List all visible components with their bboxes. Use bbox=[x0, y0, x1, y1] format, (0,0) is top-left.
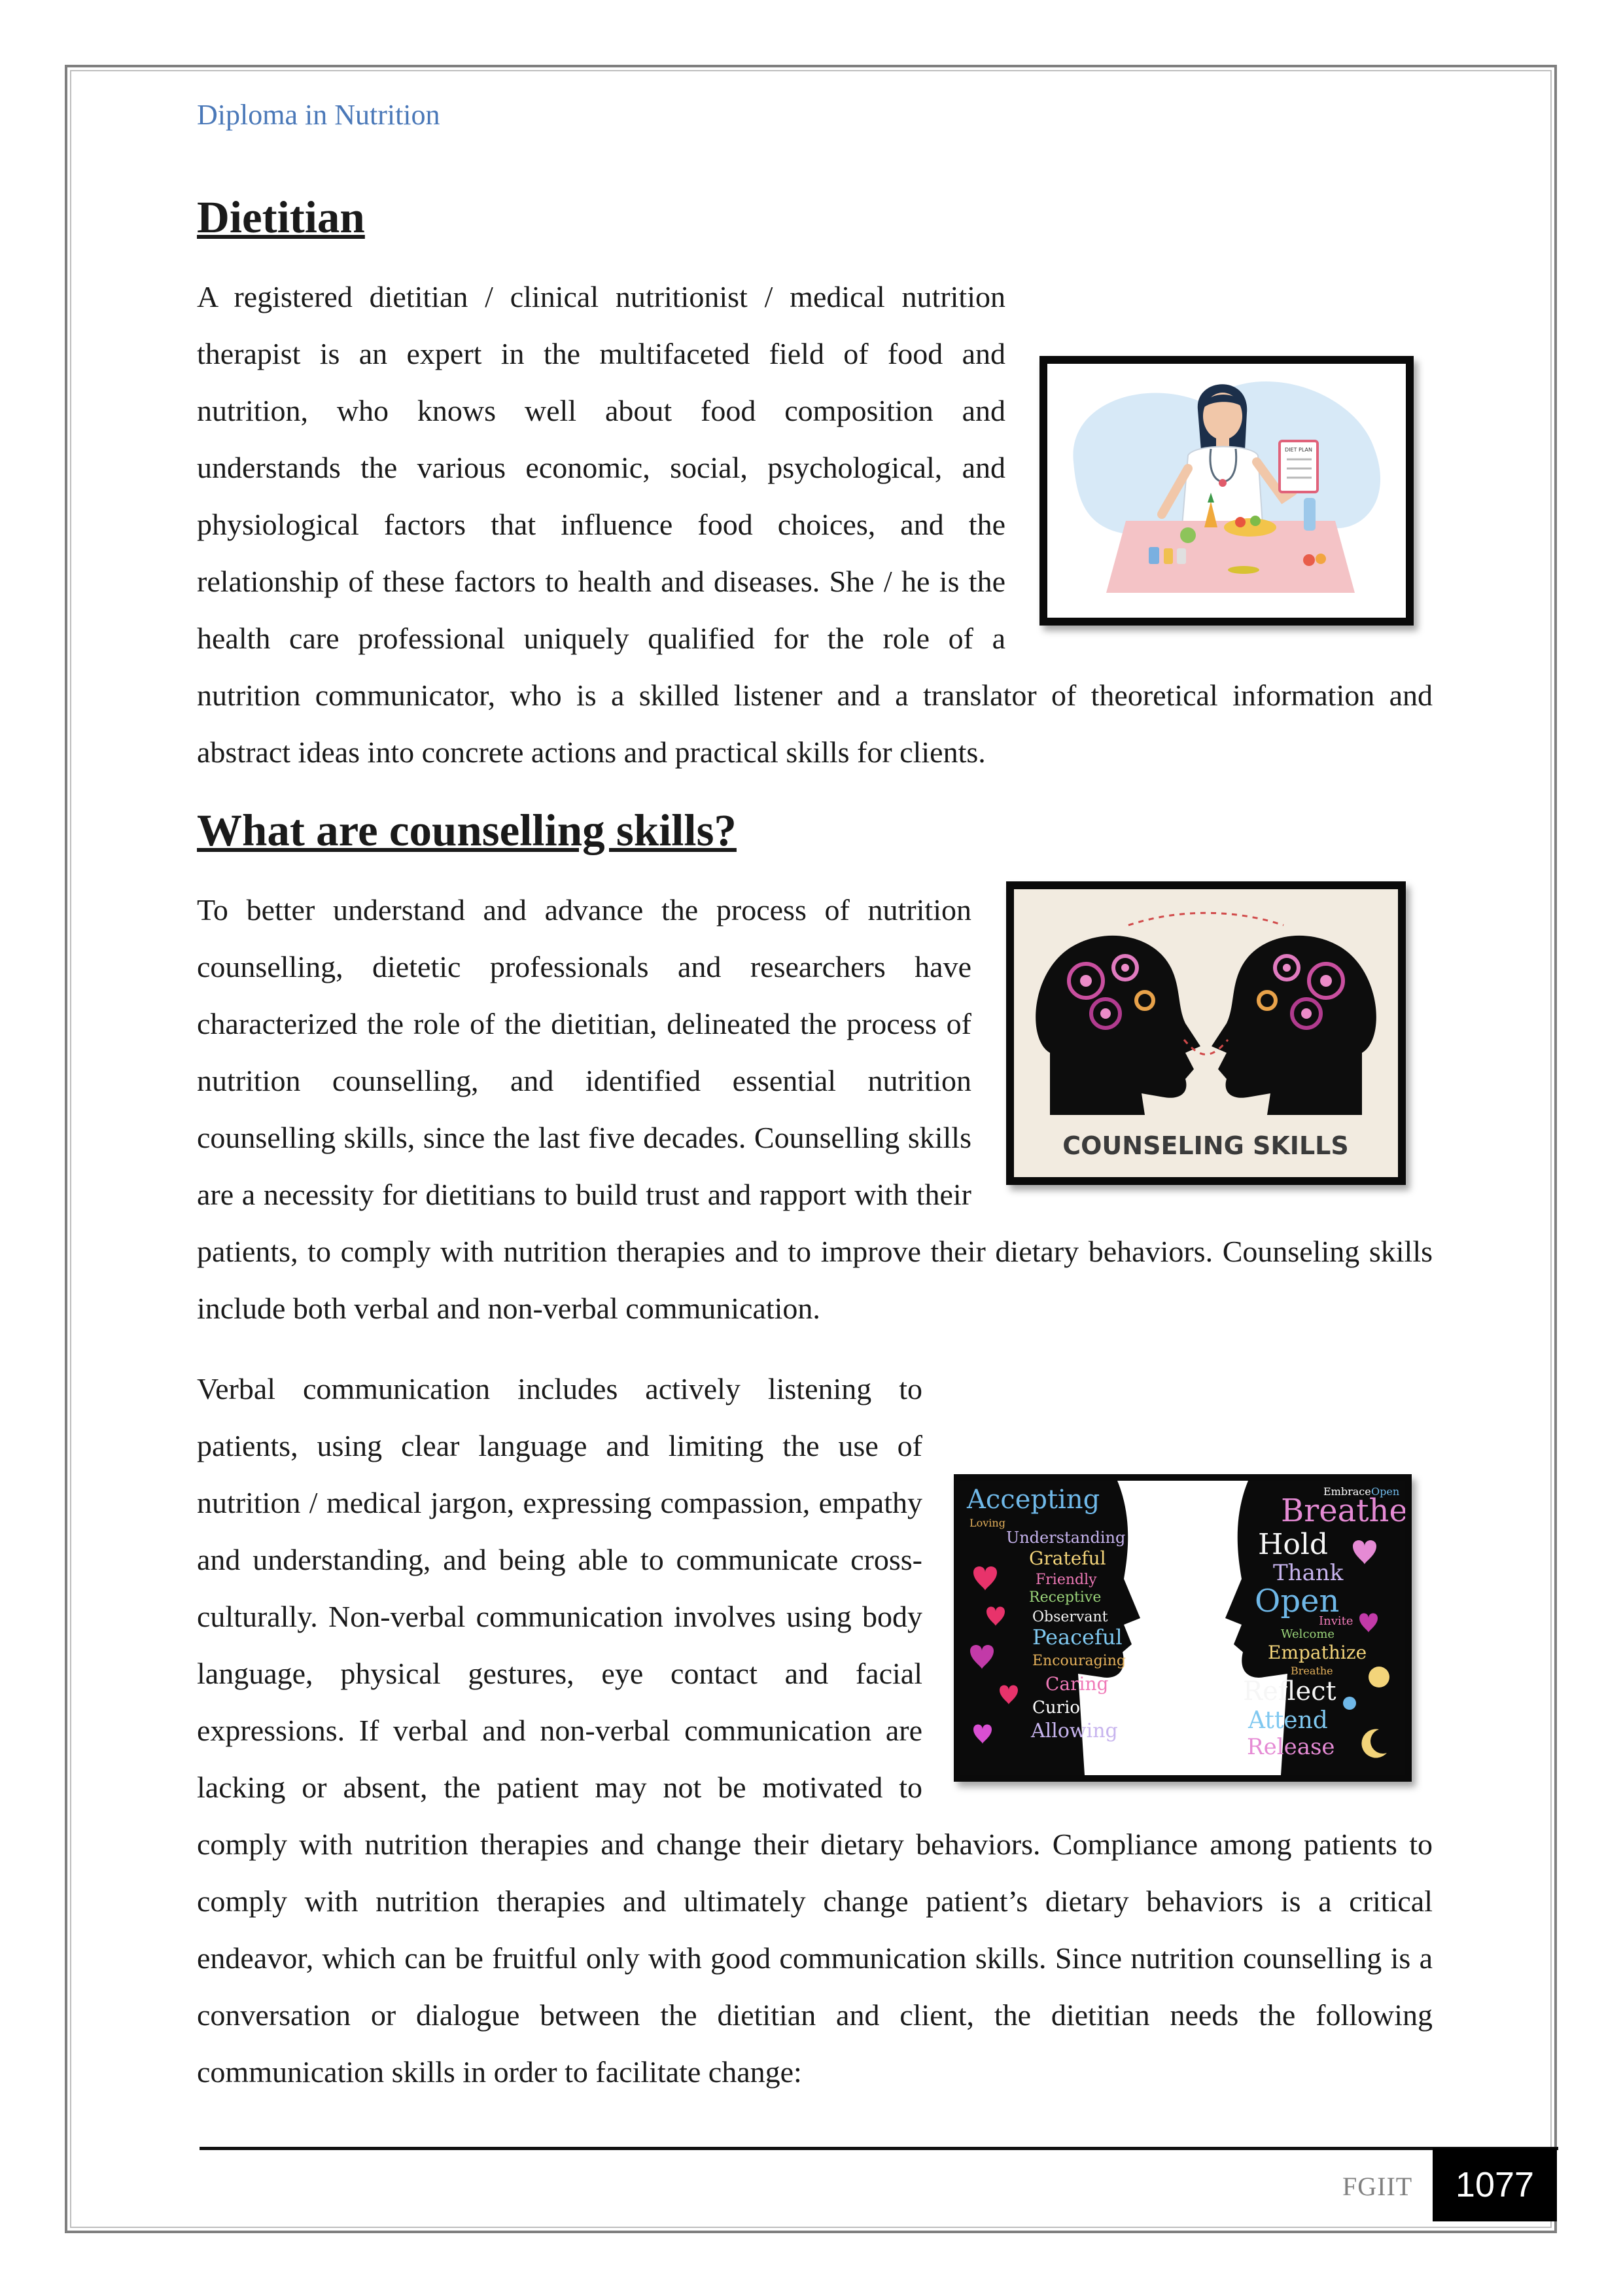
word-cloud-illustration: Accepting Loving Understanding Grateful … bbox=[954, 1474, 1412, 1782]
word-grateful: Grateful bbox=[1029, 1547, 1106, 1569]
footer-rule bbox=[200, 2147, 1558, 2150]
word-breathe-small: Breathe bbox=[1291, 1665, 1333, 1677]
word-invite: Invite bbox=[1319, 1614, 1353, 1628]
word-encouraging: Encouraging bbox=[1032, 1653, 1126, 1669]
word-peaceful: Peaceful bbox=[1032, 1625, 1123, 1650]
word-accepting: Accepting bbox=[966, 1485, 1100, 1515]
word-release: Release bbox=[1247, 1734, 1335, 1760]
word-loving: Loving bbox=[969, 1517, 1005, 1529]
counseling-skills-illustration: COUNSELING SKILLS bbox=[1006, 881, 1406, 1185]
dietitian-illustration: DIET PLAN bbox=[1039, 356, 1414, 626]
word-reflect: Reflect bbox=[1243, 1676, 1336, 1706]
section-heading-counselling: What are counselling skills? bbox=[197, 805, 737, 855]
counseling-skills-icon: COUNSELING SKILLS bbox=[1014, 889, 1398, 1177]
document-page: Diploma in Nutrition Dietitian DIET PLAN bbox=[0, 0, 1623, 2296]
word-thank: Thank bbox=[1273, 1560, 1344, 1586]
word-breathe: Breathe bbox=[1281, 1492, 1405, 1529]
word-cloud-icon: Accepting Loving Understanding Grateful … bbox=[960, 1481, 1405, 1775]
clipboard-text: DIET PLAN bbox=[1285, 447, 1312, 453]
word-welcome: Welcome bbox=[1281, 1627, 1335, 1641]
page-number: 1077 bbox=[1433, 2148, 1557, 2221]
counseling-skills-caption: COUNSELING SKILLS bbox=[1062, 1131, 1349, 1160]
word-empathize: Empathize bbox=[1268, 1642, 1367, 1663]
running-header: Diploma in Nutrition bbox=[197, 99, 440, 131]
word-curious: Curious bbox=[1032, 1698, 1100, 1718]
word-receptive: Receptive bbox=[1029, 1589, 1101, 1606]
word-hold: Hold bbox=[1258, 1528, 1328, 1561]
word-allowing: Allowing bbox=[1030, 1720, 1118, 1742]
main-content: Dietitian DIET PLAN A registered dietiti… bbox=[197, 191, 1433, 2100]
footer-label: FGIIT bbox=[1342, 2172, 1413, 2201]
word-attend: Attend bbox=[1248, 1707, 1328, 1734]
section-heading-dietitian: Dietitian bbox=[197, 192, 365, 242]
word-observant: Observant bbox=[1032, 1609, 1108, 1625]
word-caring: Caring bbox=[1045, 1673, 1108, 1695]
word-understanding: Understanding bbox=[1006, 1528, 1125, 1547]
word-friendly: Friendly bbox=[1036, 1572, 1097, 1588]
dietitian-illustration-icon: DIET PLAN bbox=[1047, 364, 1406, 618]
